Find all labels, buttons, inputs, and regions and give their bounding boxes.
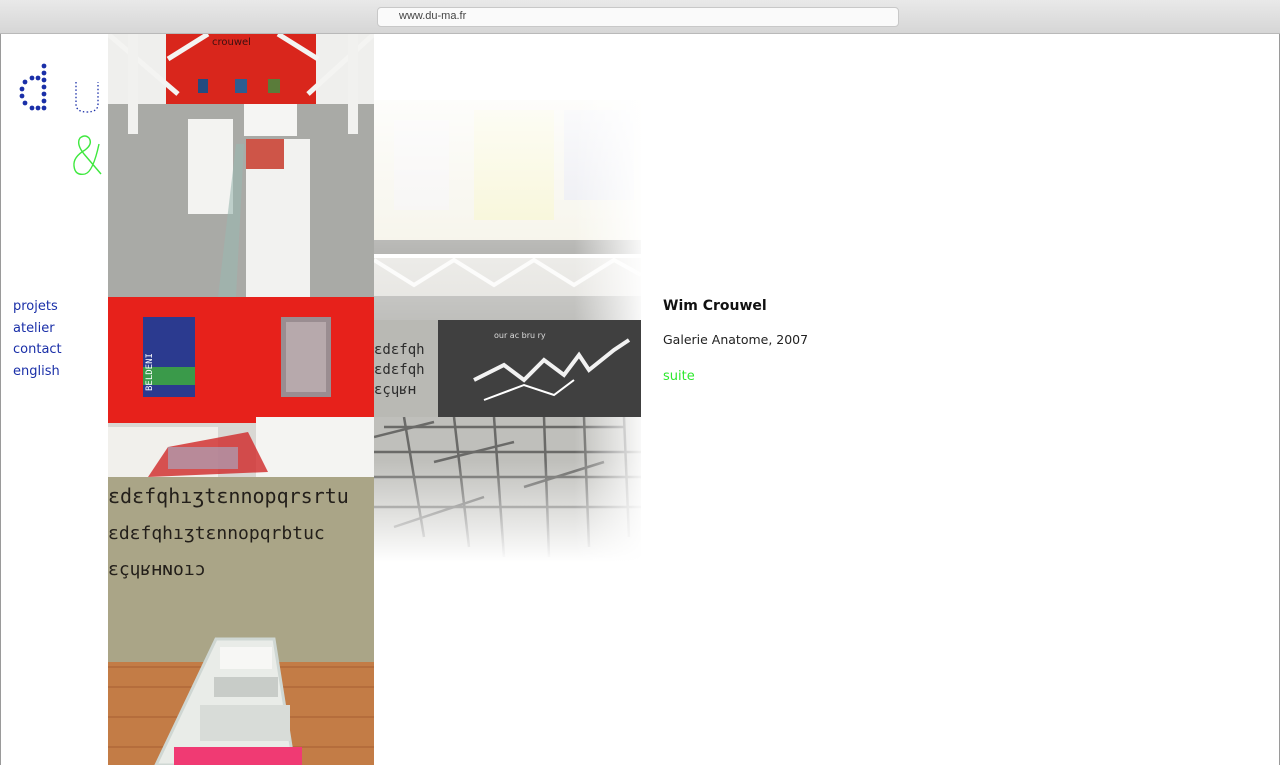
photo-red-wall-posters[interactable]: BELDENI	[108, 297, 374, 477]
main-nav: projets atelier contact english	[13, 296, 62, 382]
poster-text-left: BELDENI	[145, 353, 155, 391]
project-subtitle: Galerie Anatome, 2007	[663, 332, 809, 347]
svg-text:ɛçɥʁʜ: ɛçɥʁʜ	[374, 382, 416, 398]
photo-metal-structures[interactable]	[374, 417, 641, 562]
type-wall-line-1: ɛdɛfqhıʒtɛnnopqrsrtu	[108, 484, 349, 508]
photo-typography-wall[interactable]: ɛdɛfqhıʒtɛnnopqrsrtu ɛdɛfqhıʒtɛnnopqrbtu…	[108, 477, 374, 765]
banner-text: our ac bru ry	[494, 331, 546, 340]
address-bar-url: www.du-ma.fr	[399, 10, 467, 22]
photo-dark-banner[interactable]: ɛdɛfqh ɛdɛfqh ɛçɥʁʜ our ac bru ry	[374, 320, 641, 417]
project-title: Wim Crouwel	[663, 298, 767, 314]
nav-atelier[interactable]: atelier	[13, 318, 62, 340]
address-bar[interactable]: www.du-ma.fr	[377, 7, 899, 27]
suite-link[interactable]: suite	[663, 369, 695, 384]
svg-text:ɛdɛfqh: ɛdɛfqh	[374, 362, 425, 378]
photo-gallery-red-wall[interactable]: crouwel	[108, 34, 374, 297]
photo-warehouse-faded[interactable]	[374, 100, 641, 320]
nav-projets[interactable]: projets	[13, 296, 62, 318]
type-wall-line-3: ɛçɥʁʜɴoıɔ	[108, 559, 206, 580]
du-ma-logo[interactable]	[15, 58, 107, 182]
page-viewport: projets atelier contact english crouwel	[0, 34, 1280, 765]
svg-text:ɛdɛfqh: ɛdɛfqh	[374, 342, 425, 358]
browser-toolbar: www.du-ma.fr	[0, 0, 1280, 34]
type-wall-line-2: ɛdɛfqhıʒtɛnnopqrbtuc	[108, 523, 325, 544]
gallery-sign-text: crouwel	[212, 37, 251, 48]
project-info: Wim Crouwel Galerie Anatome, 2007 suite	[663, 298, 808, 384]
nav-contact[interactable]: contact	[13, 339, 62, 361]
nav-english[interactable]: english	[13, 361, 62, 383]
